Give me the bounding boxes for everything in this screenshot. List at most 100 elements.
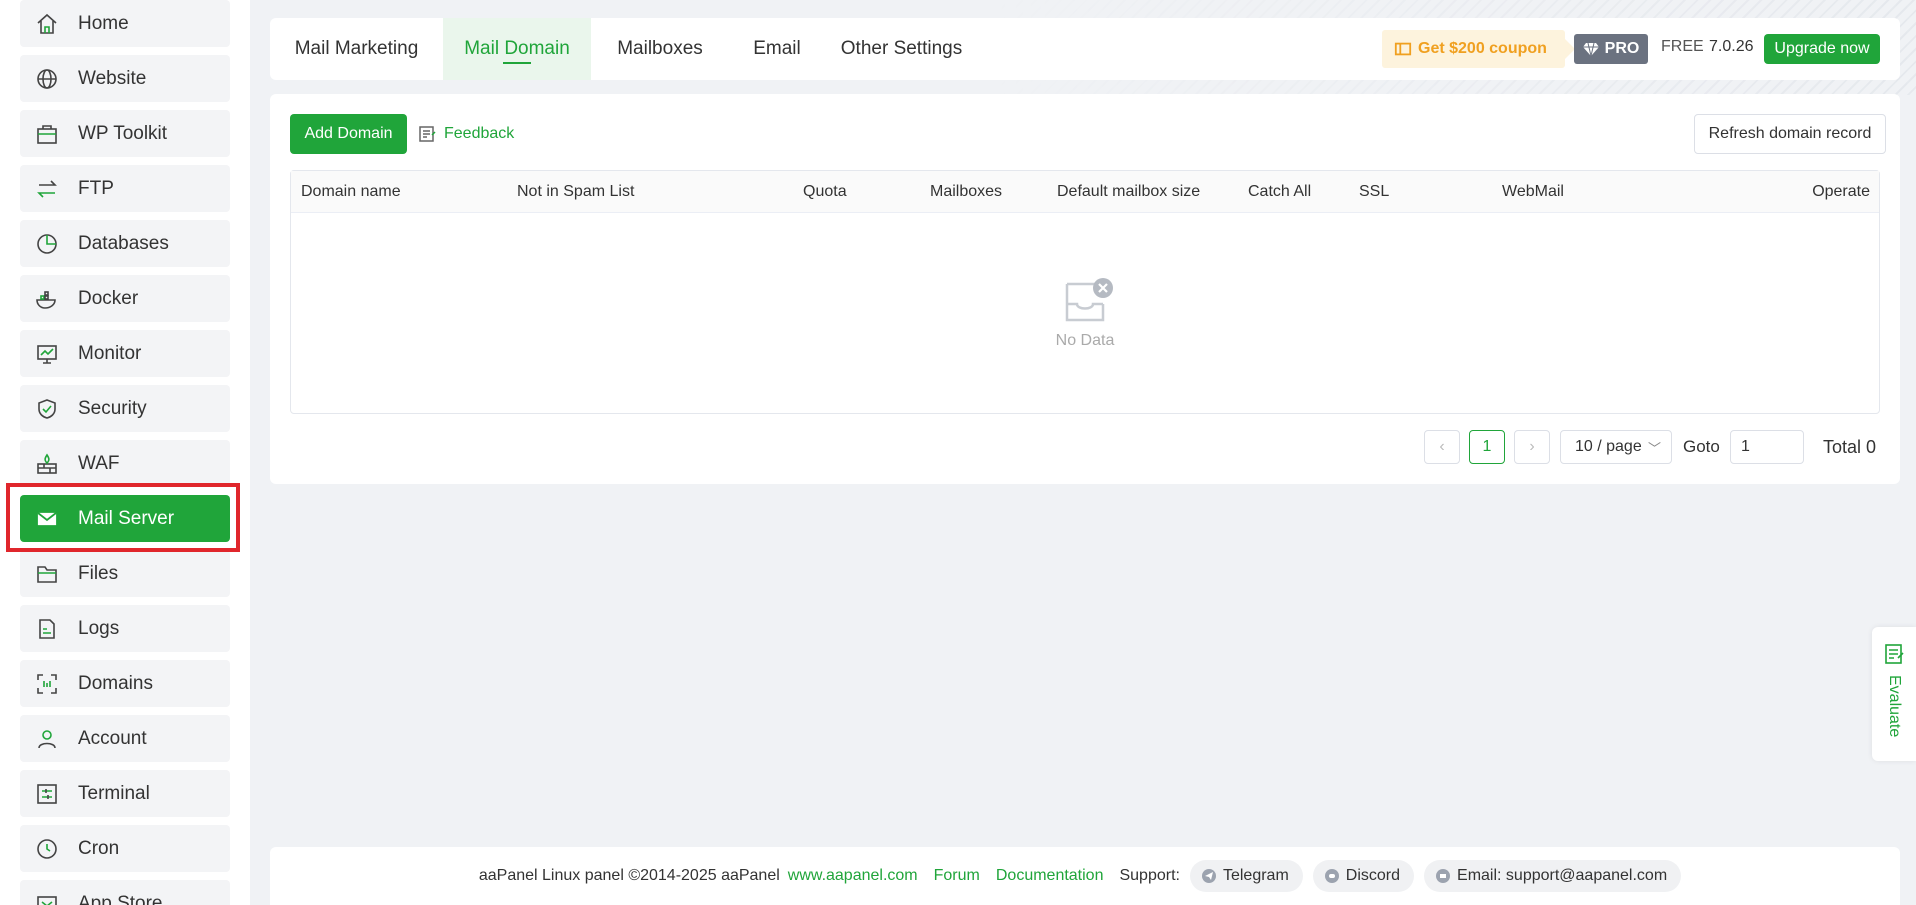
sidebar-item-mail-server[interactable]: Mail Server	[20, 495, 230, 542]
sidebar-item-cron[interactable]: Cron	[20, 825, 230, 872]
discord-link[interactable]: Discord	[1312, 860, 1415, 892]
tab-other-settings[interactable]: Other Settings	[825, 18, 978, 80]
tab-mail-marketing[interactable]: Mail Marketing	[270, 18, 443, 80]
sidebar-item-label: WP Toolkit	[78, 122, 168, 144]
sidebar-item-logs[interactable]: Logs	[20, 605, 230, 652]
telegram-label: Telegram	[1222, 867, 1289, 884]
next-page-button[interactable]: ›	[1514, 430, 1550, 464]
sidebar-item-label: Docker	[78, 287, 139, 309]
tab-mailboxes[interactable]: Mailboxes	[591, 18, 729, 80]
goto-page-input[interactable]	[1730, 430, 1804, 464]
sidebar-item-label: Logs	[78, 617, 120, 639]
sidebar-item-label: Databases	[78, 232, 169, 254]
sidebar-item-label: App Store	[78, 892, 163, 905]
transfer-icon	[34, 176, 60, 202]
column-header: Not in Spam List	[517, 183, 635, 200]
sidebar-item-account[interactable]: Account	[20, 715, 230, 762]
sidebar-item-label: FTP	[78, 177, 114, 199]
sidebar-item-ftp[interactable]: FTP	[20, 165, 230, 212]
edit-icon	[419, 126, 436, 142]
docker-icon	[34, 286, 60, 312]
sidebar-item-label: Account	[78, 727, 147, 749]
feedback-label: Feedback	[444, 125, 515, 142]
page-size-value: 10 / page	[1575, 438, 1642, 455]
coupon-button[interactable]: Get $200 coupon	[1382, 30, 1575, 68]
sidebar-item-docker[interactable]: Docker	[20, 275, 230, 322]
pro-badge[interactable]: PRO	[1574, 34, 1648, 64]
monitor-icon	[34, 341, 60, 367]
tab-email[interactable]: Email	[729, 18, 825, 80]
column-header: Quota	[803, 183, 847, 200]
shield-icon	[34, 396, 60, 422]
page-size-select[interactable]: 10 / page ﹀	[1560, 430, 1672, 464]
evaluate-label: Evaluate	[1886, 675, 1903, 738]
prev-page-button[interactable]: ‹	[1424, 430, 1460, 464]
column-header: Domain name	[301, 183, 401, 200]
firewall-icon	[34, 451, 60, 477]
log-icon	[34, 616, 60, 642]
sidebar-item-files[interactable]: Files	[20, 550, 230, 597]
documentation-link[interactable]: Documentation	[996, 867, 1104, 885]
sidebar-item-website[interactable]: Website	[20, 55, 230, 102]
home-icon	[34, 11, 60, 37]
store-icon	[34, 891, 60, 905]
total-count: Total 0	[1823, 436, 1877, 457]
clock-icon	[34, 836, 60, 862]
coupon-icon	[1394, 42, 1412, 56]
sidebar-item-monitor[interactable]: Monitor	[20, 330, 230, 377]
sidebar: Home Website WP Toolkit FTP Databases Do…	[0, 0, 250, 905]
goto-label: Goto	[1683, 437, 1720, 456]
copyright-text: aaPanel Linux panel ©2014-2025 aaPanel	[478, 867, 780, 884]
sidebar-item-databases[interactable]: Databases	[20, 220, 230, 267]
terminal-icon	[34, 781, 60, 807]
tab-mail-domain[interactable]: Mail Domain	[443, 18, 591, 80]
pagination: ‹ 1 › 10 / page ﹀ Goto Total 0	[270, 430, 1900, 466]
sidebar-item-label: Files	[78, 562, 119, 584]
sidebar-item-label: Home	[78, 12, 129, 34]
empty-inbox-icon	[1065, 278, 1113, 322]
sidebar-item-terminal[interactable]: Terminal	[20, 770, 230, 817]
sidebar-item-waf[interactable]: WAF	[20, 440, 230, 487]
sidebar-item-wp-toolkit[interactable]: WP Toolkit	[20, 110, 230, 157]
refresh-domain-record-button[interactable]: Refresh domain record	[1694, 114, 1886, 154]
sidebar-item-label: Cron	[78, 837, 120, 859]
support-label: Support:	[1119, 867, 1180, 884]
sidebar-item-home[interactable]: Home	[20, 0, 230, 47]
sidebar-item-label: Terminal	[78, 782, 150, 804]
user-icon	[34, 726, 60, 752]
telegram-link[interactable]: Telegram	[1189, 860, 1303, 892]
diamond-icon	[1582, 42, 1599, 57]
website-link[interactable]: www.aapanel.com	[788, 867, 918, 885]
forum-link[interactable]: Forum	[934, 867, 980, 885]
email-icon	[1436, 869, 1451, 883]
sidebar-item-label: Domains	[78, 672, 153, 694]
table-header: Domain name Not in Spam List Quota Mailb…	[291, 171, 1879, 213]
sidebar-item-domains[interactable]: Domains	[20, 660, 230, 707]
telegram-icon	[1201, 869, 1216, 883]
email-support-link[interactable]: Email: support@aapanel.com	[1424, 860, 1682, 892]
sidebar-item-label: Monitor	[78, 342, 142, 364]
discord-label: Discord	[1345, 867, 1401, 884]
feedback-link[interactable]: Feedback	[418, 114, 514, 154]
column-header: WebMail	[1502, 183, 1564, 200]
empty-text: No Data	[1055, 332, 1115, 349]
upgrade-button[interactable]: Upgrade now	[1764, 34, 1880, 64]
coupon-label: Get $200 coupon	[1418, 40, 1547, 57]
domain-table: Domain name Not in Spam List Quota Mailb…	[290, 170, 1880, 414]
evaluate-button[interactable]: Evaluate	[1872, 627, 1916, 761]
discord-icon	[1324, 869, 1339, 883]
top-tab-bar: Mail Marketing Mail Domain Mailboxes Ema…	[270, 18, 1900, 80]
domains-icon	[34, 671, 60, 697]
column-header: Mailboxes	[930, 183, 1003, 200]
sidebar-item-security[interactable]: Security	[20, 385, 230, 432]
page-number-button[interactable]: 1	[1469, 430, 1505, 464]
chevron-right-icon: ›	[1529, 438, 1535, 455]
add-domain-button[interactable]: Add Domain	[290, 114, 407, 154]
mail-icon	[34, 506, 60, 532]
sidebar-item-app-store[interactable]: App Store	[20, 880, 230, 905]
evaluate-icon	[1885, 644, 1904, 664]
sidebar-item-label: Mail Server	[78, 507, 175, 529]
pro-label: PRO	[1604, 40, 1640, 57]
plan-label: FREE	[1661, 38, 1704, 55]
mail-domain-panel: Add Domain Feedback Refresh domain recor…	[270, 94, 1900, 484]
